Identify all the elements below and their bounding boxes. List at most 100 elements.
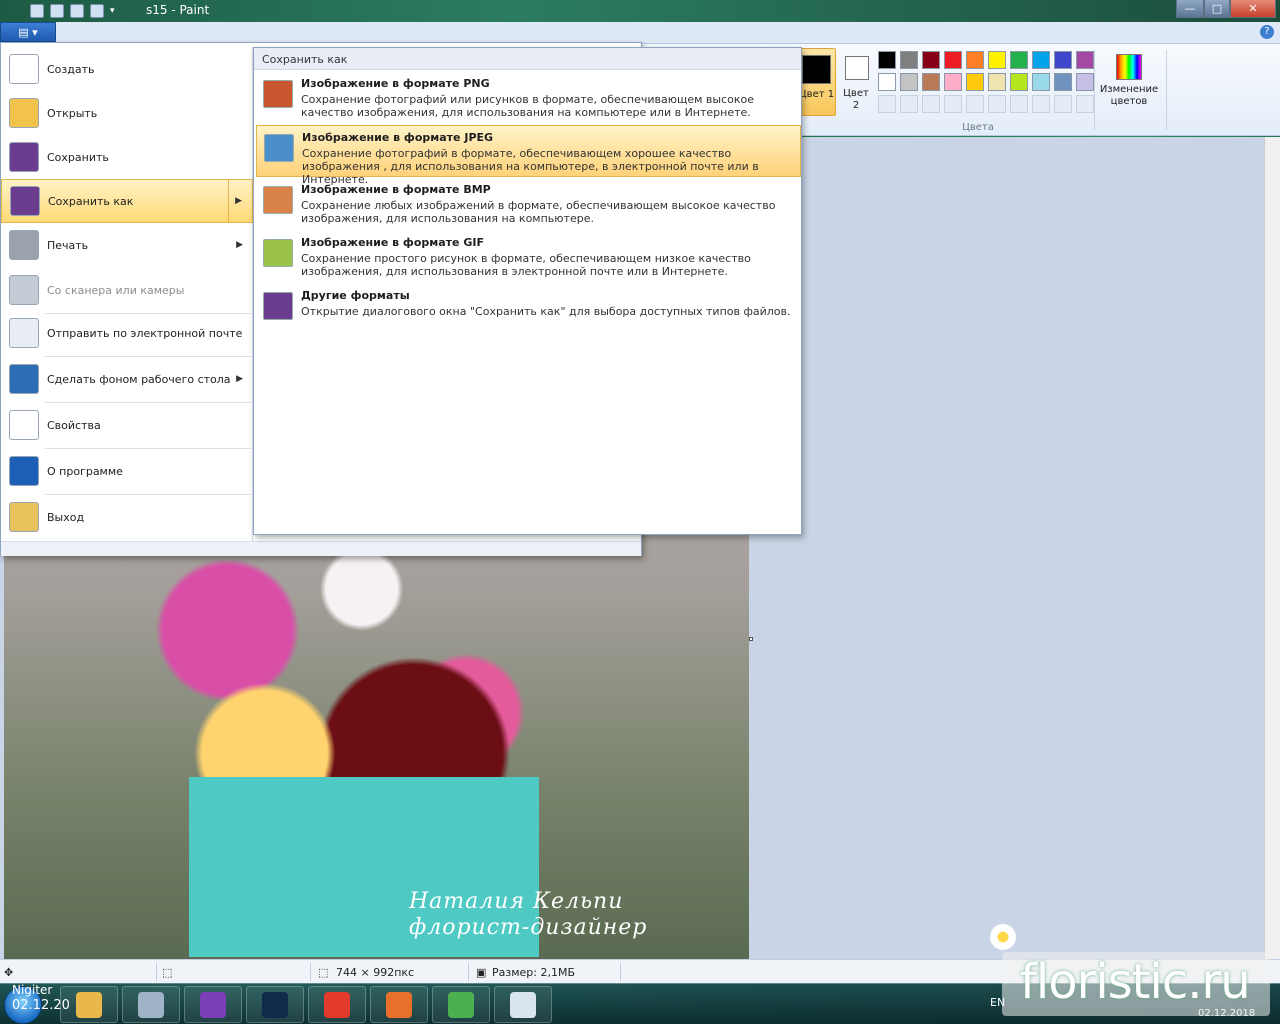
palette-color-swatch[interactable] — [922, 95, 940, 113]
status-separator — [156, 963, 157, 981]
palette-color-swatch[interactable] — [1054, 73, 1072, 91]
color1-button[interactable]: Цвет 1 — [797, 48, 836, 116]
file-menu-item[interactable]: Со сканера или камеры — [1, 268, 253, 312]
taskbar-button-calculator[interactable] — [122, 986, 180, 1023]
palette-color-swatch[interactable] — [900, 73, 918, 91]
palette-color-swatch[interactable] — [1054, 95, 1072, 113]
palette-color-swatch[interactable] — [966, 95, 984, 113]
selection-size-icon: ⬚ — [162, 966, 173, 979]
new-file-icon — [9, 54, 39, 84]
chevron-down-icon[interactable]: ▾ — [110, 6, 115, 16]
palette-color-swatch[interactable] — [944, 51, 962, 69]
file-menu-button[interactable]: ▤ ▾ — [0, 22, 56, 42]
file-menu-item[interactable]: О программе — [1, 449, 253, 493]
chevron-right-icon: ▶ — [236, 240, 243, 250]
save-as-option[interactable]: Изображение в формате PNG Сохранение фото… — [256, 72, 801, 124]
save-as-option-title: Изображение в формате GIF — [301, 236, 484, 249]
palette-color-swatch[interactable] — [878, 73, 896, 91]
file-menu-item[interactable]: Отправить по электронной почте — [1, 311, 253, 355]
file-menu-item[interactable]: Свойства — [1, 403, 253, 447]
palette-color-swatch[interactable] — [878, 95, 896, 113]
file-menu-item-label: Сделать фоном рабочего стола — [47, 372, 231, 386]
print-icon[interactable] — [90, 4, 104, 18]
file-menu-item[interactable]: Печать ▶ — [1, 223, 253, 267]
image-size-icon: ⬚ — [318, 966, 329, 979]
caption-line-1: Наталия Кельпи — [409, 889, 624, 914]
color2-button[interactable]: Цвет 2 — [840, 52, 872, 116]
palette-color-swatch[interactable] — [988, 95, 1006, 113]
palette-color-swatch[interactable] — [966, 51, 984, 69]
palette-color-swatch[interactable] — [988, 73, 1006, 91]
palette-color-swatch[interactable] — [878, 51, 896, 69]
bmp-file-icon — [263, 186, 293, 214]
maximize-button[interactable]: □ — [1204, 0, 1230, 18]
palette-color-swatch[interactable] — [944, 73, 962, 91]
other-formats-icon — [263, 292, 293, 320]
open-folder-icon — [9, 98, 39, 128]
save-as-option-description: Сохранение любых изображений в формате, … — [301, 199, 776, 225]
color-wheel-icon — [1116, 54, 1142, 80]
cursor-position-icon: ✥ — [4, 966, 14, 979]
undo-icon[interactable] — [50, 4, 64, 18]
file-menu-item[interactable]: Выход — [1, 495, 253, 539]
file-menu-item-label: О программе — [47, 464, 123, 478]
file-menu-item-label: Отправить по электронной почте — [47, 326, 243, 340]
palette-color-swatch[interactable] — [1010, 95, 1028, 113]
status-separator — [620, 963, 621, 981]
save-icon[interactable] — [30, 4, 44, 18]
palette-color-swatch[interactable] — [1032, 73, 1050, 91]
file-menu-item[interactable]: Сделать фоном рабочего стола ▶ — [1, 357, 253, 401]
file-menu-item-label: Сохранить — [47, 150, 109, 164]
save-as-option[interactable]: Другие форматы Открытие диалогового окна … — [256, 284, 801, 336]
taskbar-button-picasa[interactable] — [432, 986, 490, 1023]
watermark-text: floristic.ru — [1020, 954, 1251, 1010]
redo-icon[interactable] — [70, 4, 84, 18]
palette-color-swatch[interactable] — [900, 95, 918, 113]
edit-colors-button[interactable]: Изменение цветов — [1098, 52, 1160, 118]
taskbar-button-photoshop[interactable] — [246, 986, 304, 1023]
palette-color-swatch[interactable] — [922, 73, 940, 91]
palette-color-swatch[interactable] — [1010, 73, 1028, 91]
taskbar-button-visual-studio[interactable] — [184, 986, 242, 1023]
colors-group-label: Цвета — [962, 122, 994, 133]
palette-color-swatch[interactable] — [966, 73, 984, 91]
minimize-button[interactable]: — — [1176, 0, 1204, 18]
palette-color-swatch[interactable] — [1076, 95, 1094, 113]
palette-color-swatch[interactable] — [900, 51, 918, 69]
file-menu-item[interactable]: Сохранить как ▶ — [1, 179, 253, 223]
help-icon[interactable]: ? — [1260, 25, 1274, 39]
palette-color-swatch[interactable] — [922, 51, 940, 69]
file-menu-item-label: Выход — [47, 510, 85, 524]
file-menu-item[interactable]: Создать — [1, 47, 253, 91]
close-button[interactable]: ✕ — [1230, 0, 1276, 18]
taskbar-button-paint[interactable] — [494, 986, 552, 1023]
file-menu-item[interactable]: Сохранить — [1, 135, 253, 179]
save-as-option[interactable]: Изображение в формате BMP Сохранение любы… — [256, 178, 801, 230]
taskbar-button-yandex-browser[interactable] — [308, 986, 366, 1023]
save-as-option[interactable]: Изображение в формате GIF Сохранение прос… — [256, 231, 801, 283]
save-as-option[interactable]: Изображение в формате JPEG Сохранение фот… — [256, 125, 801, 186]
calculator-icon — [138, 991, 164, 1018]
ribbon-tab-row — [0, 22, 1280, 44]
save-as-icon — [10, 186, 40, 216]
gif-file-icon — [263, 239, 293, 267]
picasa-icon — [448, 991, 474, 1018]
palette-color-swatch[interactable] — [1010, 51, 1028, 69]
palette-color-swatch[interactable] — [988, 51, 1006, 69]
color2-label: Цвет 2 — [843, 88, 869, 111]
taskbar-button-firefox[interactable] — [370, 986, 428, 1023]
chevron-right-icon: ▶ — [235, 196, 242, 206]
palette-color-swatch[interactable] — [1054, 51, 1072, 69]
palette-color-swatch[interactable] — [1076, 73, 1094, 91]
file-menu-footer — [1, 541, 641, 556]
paint-icon — [510, 991, 536, 1018]
palette-color-swatch[interactable] — [944, 95, 962, 113]
vertical-scrollbar[interactable] — [1264, 137, 1280, 959]
save-as-submenu: Сохранить как Изображение в формате PNG С… — [253, 47, 802, 535]
palette-color-swatch[interactable] — [1032, 95, 1050, 113]
file-menu-item[interactable]: Открыть — [1, 91, 253, 135]
save-as-option-description: Сохранение фотографий или рисунков в фор… — [301, 93, 754, 119]
palette-color-swatch[interactable] — [1032, 51, 1050, 69]
canvas-resize-handle[interactable] — [749, 637, 753, 641]
palette-color-swatch[interactable] — [1076, 51, 1094, 69]
